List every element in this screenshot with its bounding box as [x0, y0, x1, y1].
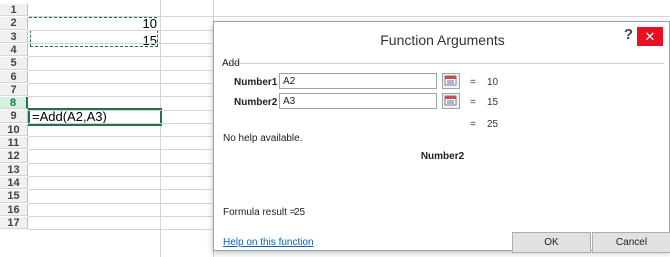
column-gridline	[160, 0, 161, 257]
total-equals: =	[470, 119, 476, 130]
collapse-dialog-icon[interactable]	[442, 93, 460, 109]
dialog-title: Function Arguments	[380, 32, 505, 48]
row-header[interactable]: 3	[0, 30, 28, 43]
row-header[interactable]: 16	[0, 203, 28, 216]
help-icon[interactable]: ?	[624, 26, 633, 43]
row-header[interactable]: 7	[0, 83, 28, 97]
row-header[interactable]: 11	[0, 137, 28, 150]
row-header[interactable]: 17	[0, 216, 28, 230]
row-header[interactable]: 4	[0, 43, 28, 57]
row-header[interactable]: 2	[0, 17, 28, 30]
ok-button[interactable]: OK	[512, 232, 591, 253]
function-name: Add	[222, 58, 240, 69]
row-header[interactable]: 10	[0, 123, 28, 137]
function-arguments-dialog: Function Arguments ? ✕ Add Number1 = 10 …	[213, 21, 670, 253]
copy-marquee	[29, 17, 158, 47]
dialog-body: Function Arguments ? ✕ Add Number1 = 10 …	[214, 1, 670, 253]
row-header[interactable]: 6	[0, 70, 28, 83]
row-header[interactable]: 8	[0, 97, 28, 110]
close-icon[interactable]: ✕	[637, 27, 663, 46]
row-header[interactable]: 12	[0, 150, 28, 163]
cell-a2[interactable]: 10	[28, 17, 160, 30]
row-header[interactable]: 15	[0, 190, 28, 203]
number1-input[interactable]	[279, 73, 437, 89]
collapse-dialog-icon[interactable]	[442, 73, 460, 89]
row-header[interactable]: 14	[0, 176, 28, 190]
row-header[interactable]: 5	[0, 57, 28, 70]
formula-result-label: Formula result =	[223, 207, 296, 218]
total-value: 25	[487, 119, 499, 130]
arg-label-number1: Number1	[234, 77, 278, 88]
arg-value-number2: 15	[487, 97, 499, 108]
formula-result-value: 25	[294, 207, 306, 218]
row-header[interactable]: 13	[0, 163, 28, 176]
focused-arg-name: Number2	[420, 151, 465, 162]
arg-value-number1: 10	[487, 77, 499, 88]
row-header[interactable]: 9	[0, 110, 28, 123]
cancel-button[interactable]: Cancel	[592, 232, 670, 253]
row-header[interactable]: 1	[0, 4, 28, 17]
help-on-function-link[interactable]: Help on this function	[223, 237, 314, 248]
number2-input[interactable]	[279, 93, 437, 109]
arg-equals: =	[470, 97, 476, 108]
help-description: No help available.	[223, 133, 303, 144]
arg-equals: =	[470, 77, 476, 88]
arg-label-number2: Number2	[234, 97, 278, 108]
